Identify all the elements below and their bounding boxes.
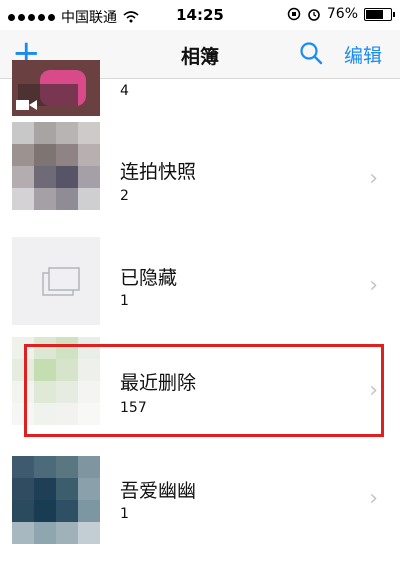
album-title: 已隐藏 xyxy=(120,267,178,289)
alarm-icon xyxy=(308,9,320,21)
album-count: 1 xyxy=(120,293,129,309)
chevron-right-icon: › xyxy=(369,166,378,191)
album-thumbnail xyxy=(12,237,100,325)
chevron-right-icon: › xyxy=(369,486,378,511)
hidden-album-icon xyxy=(42,267,80,296)
album-thumbnail xyxy=(12,122,100,210)
album-title: 连拍快照 xyxy=(120,161,197,183)
album-count: 4 xyxy=(120,83,129,99)
chevron-right-icon: › xyxy=(369,273,378,298)
battery-icon xyxy=(364,7,395,21)
video-icon xyxy=(16,100,37,110)
highlight-box xyxy=(24,344,384,437)
album-row[interactable]: 已隐藏 1 › xyxy=(0,221,400,331)
album-count: 1 xyxy=(120,506,129,522)
rotation-lock-icon xyxy=(287,7,301,21)
album-title: 吾爱幽幽 xyxy=(120,480,197,502)
album-row[interactable]: 连拍快照 2 › xyxy=(0,114,400,224)
album-thumbnail xyxy=(12,456,100,544)
album-count: 2 xyxy=(120,188,129,204)
album-thumbnail xyxy=(12,60,100,116)
album-row[interactable]: 吾爱幽幽 1 › xyxy=(0,450,400,560)
